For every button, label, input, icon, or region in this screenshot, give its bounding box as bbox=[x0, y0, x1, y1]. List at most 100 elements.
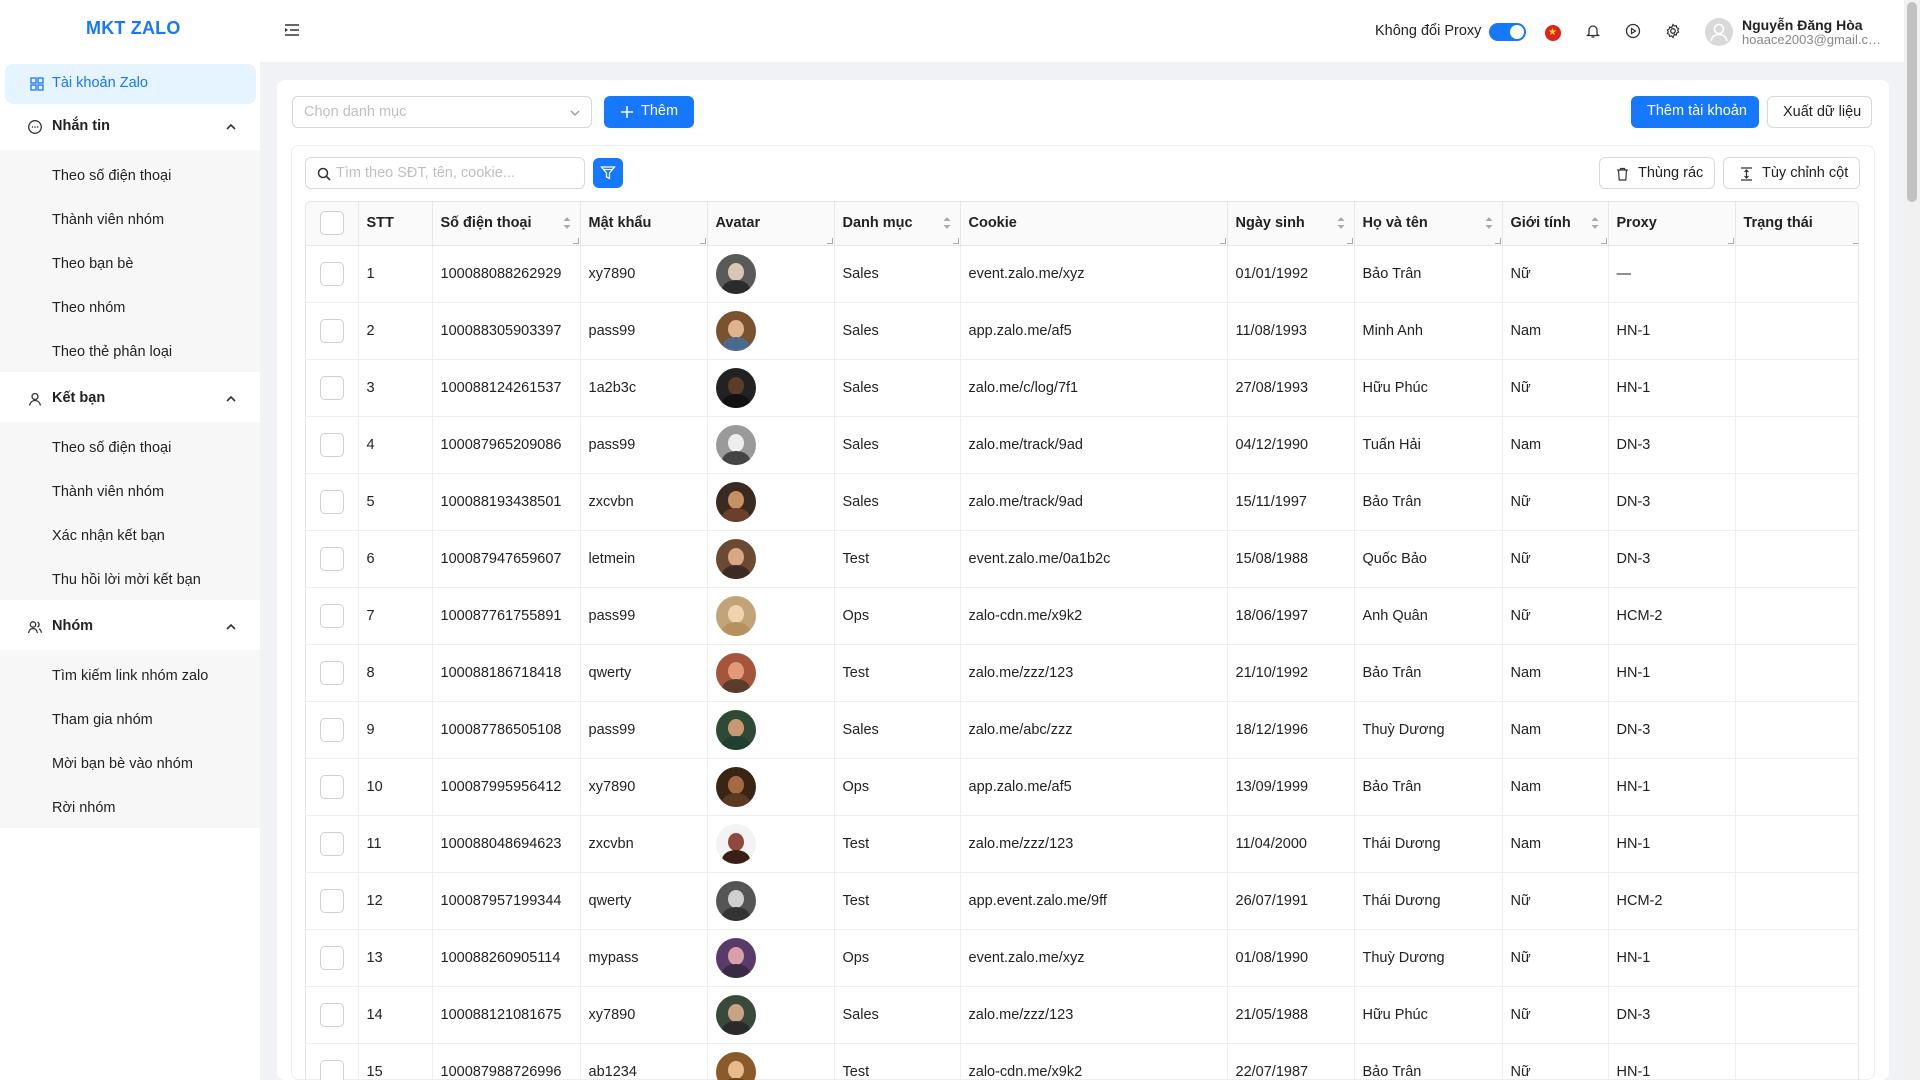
sort-icon[interactable] bbox=[1336, 215, 1346, 231]
row-checkbox[interactable] bbox=[319, 660, 344, 685]
sort-icon[interactable] bbox=[1590, 215, 1600, 231]
sidebar-item-search-group-link[interactable]: Tìm kiếm link nhóm zalo bbox=[52, 668, 208, 684]
page-scrollbar[interactable] bbox=[1904, 0, 1920, 1080]
avatar-image[interactable] bbox=[715, 253, 756, 294]
category-select[interactable]: Chọn danh mục bbox=[292, 96, 592, 128]
column-header-category[interactable]: Danh mục bbox=[834, 202, 961, 246]
row-checkbox[interactable] bbox=[319, 888, 344, 913]
resize-handle[interactable] bbox=[826, 237, 833, 244]
search-input[interactable]: Tìm theo SĐT, tên, cookie... bbox=[305, 157, 585, 189]
add-category-button[interactable]: Thêm bbox=[604, 96, 694, 128]
row-checkbox[interactable] bbox=[319, 945, 344, 970]
column-header-proxy[interactable]: Proxy bbox=[1608, 202, 1736, 246]
user-avatar-icon[interactable] bbox=[1705, 18, 1733, 46]
row-checkbox[interactable] bbox=[319, 1002, 344, 1027]
resize-handle[interactable] bbox=[1346, 237, 1353, 244]
column-header-status[interactable]: Trạng thái bbox=[1735, 202, 1858, 246]
avatar-image[interactable] bbox=[715, 538, 756, 579]
table-row[interactable]: 4 100087965209086 pass99 Sales zalo.me/track… bbox=[306, 416, 1858, 474]
app-logo[interactable]: MKT ZALO bbox=[86, 18, 181, 39]
customize-columns-button[interactable]: Tùy chỉnh cột bbox=[1723, 157, 1860, 189]
column-header-cookie[interactable]: Cookie bbox=[960, 202, 1228, 246]
sort-icon[interactable] bbox=[1484, 215, 1494, 231]
sidebar-group-groups[interactable]: Nhóm bbox=[0, 607, 260, 647]
sidebar-item-join-group[interactable]: Tham gia nhóm bbox=[52, 712, 153, 728]
sidebar-group-messaging[interactable]: Nhắn tin bbox=[0, 107, 260, 147]
table-row[interactable]: 15 100087988726996 ab1234 Test zalo-cdn.me/x… bbox=[306, 1043, 1858, 1080]
resize-handle[interactable] bbox=[1494, 237, 1501, 244]
row-checkbox[interactable] bbox=[319, 489, 344, 514]
table-row[interactable]: 9 100087786505108 pass99 Sales zalo.me/abc/z… bbox=[306, 701, 1858, 759]
sidebar-item-msg-by-tag[interactable]: Theo thẻ phân loại bbox=[52, 344, 172, 360]
proxy-toggle[interactable] bbox=[1489, 23, 1526, 41]
resize-handle[interactable] bbox=[1600, 237, 1607, 244]
avatar-image[interactable] bbox=[715, 424, 756, 465]
add-account-button[interactable]: Thêm tài khoản bbox=[1631, 96, 1759, 128]
resize-handle[interactable] bbox=[699, 237, 706, 244]
avatar-image[interactable] bbox=[715, 367, 756, 408]
user-name[interactable]: Nguyễn Đăng Hòa bbox=[1742, 17, 1863, 33]
column-header-gender[interactable]: Giới tính bbox=[1502, 202, 1609, 246]
sidebar-item-zalo-accounts[interactable]: Tài khoản Zalo bbox=[5, 64, 256, 104]
vietnam-flag-icon[interactable] bbox=[1545, 25, 1561, 41]
sidebar-item-leave-group[interactable]: Rời nhóm bbox=[52, 800, 116, 816]
row-checkbox[interactable] bbox=[319, 318, 344, 343]
table-row[interactable]: 8 100088186718418 qwerty Test zalo.me/zzz/12… bbox=[306, 644, 1858, 702]
sidebar-item-invite-to-group[interactable]: Mời bạn bè vào nhóm bbox=[52, 756, 193, 772]
sidebar-group-add-friend[interactable]: Kết bạn bbox=[0, 379, 260, 419]
table-row[interactable]: 13 100088260905114 mypass Ops event.zalo.me/… bbox=[306, 929, 1858, 987]
avatar-image[interactable] bbox=[715, 652, 756, 693]
resize-handle[interactable] bbox=[952, 237, 959, 244]
column-header-phone[interactable]: Số điện thoại bbox=[432, 202, 581, 246]
column-header-dob[interactable]: Ngày sinh bbox=[1227, 202, 1355, 246]
row-checkbox[interactable] bbox=[319, 261, 344, 286]
row-checkbox[interactable] bbox=[319, 831, 344, 856]
row-checkbox[interactable] bbox=[319, 1059, 344, 1080]
resize-handle[interactable] bbox=[572, 237, 579, 244]
column-header-name[interactable]: Họ và tên bbox=[1354, 202, 1503, 246]
avatar-image[interactable] bbox=[715, 709, 756, 750]
row-checkbox[interactable] bbox=[319, 717, 344, 742]
row-checkbox[interactable] bbox=[319, 546, 344, 571]
table-row[interactable]: 1 100088088262929 xy7890 Sales event.zalo.me… bbox=[306, 245, 1858, 303]
sidebar-item-accept-friend[interactable]: Xác nhận kết bạn bbox=[52, 528, 165, 544]
avatar-image[interactable] bbox=[715, 937, 756, 978]
sidebar-item-friend-group-members[interactable]: Thành viên nhóm bbox=[52, 484, 164, 500]
avatar-image[interactable] bbox=[715, 766, 756, 807]
row-checkbox[interactable] bbox=[319, 774, 344, 799]
sort-icon[interactable] bbox=[562, 215, 572, 231]
table-row[interactable]: 6 100087947659607 letmein Test event.zalo.me… bbox=[306, 530, 1858, 588]
export-data-button[interactable]: Xuất dữ liệu bbox=[1767, 96, 1872, 128]
play-circle-icon[interactable] bbox=[1625, 23, 1641, 39]
table-row[interactable]: 14 100088121081675 xy7890 Sales zalo.me/zzz/… bbox=[306, 986, 1858, 1044]
column-header-stt[interactable]: STT bbox=[358, 202, 433, 246]
bell-icon[interactable] bbox=[1585, 23, 1601, 39]
table-row[interactable]: 11 100088048694623 zxcvbn Test zalo.me/zzz/1… bbox=[306, 815, 1858, 873]
avatar-image[interactable] bbox=[715, 595, 756, 636]
table-row[interactable]: 10 100087995956412 xy7890 Ops app.zalo.me/af… bbox=[306, 758, 1858, 816]
sidebar-item-msg-by-group[interactable]: Theo nhóm bbox=[52, 300, 125, 316]
table-row[interactable]: 3 100088124261537 1a2b3c Sales zalo.me/c/log… bbox=[306, 359, 1858, 417]
sidebar-item-msg-group-members[interactable]: Thành viên nhóm bbox=[52, 212, 164, 228]
resize-handle[interactable] bbox=[1853, 238, 1858, 244]
sidebar-item-friend-by-phone[interactable]: Theo số điện thoại bbox=[52, 440, 171, 456]
avatar-image[interactable] bbox=[715, 994, 756, 1035]
avatar-image[interactable] bbox=[715, 310, 756, 351]
row-checkbox[interactable] bbox=[319, 432, 344, 457]
avatar-image[interactable] bbox=[715, 481, 756, 522]
avatar-image[interactable] bbox=[715, 880, 756, 921]
sidebar-item-msg-by-friends[interactable]: Theo bạn bè bbox=[52, 256, 133, 272]
column-header-password[interactable]: Mật khẩu bbox=[580, 202, 708, 246]
row-checkbox[interactable] bbox=[319, 375, 344, 400]
scrollbar-thumb[interactable] bbox=[1907, 2, 1917, 202]
sidebar-item-msg-by-phone[interactable]: Theo số điện thoại bbox=[52, 168, 171, 184]
sidebar-item-revoke-invite[interactable]: Thu hồi lời mời kết bạn bbox=[52, 572, 201, 588]
row-checkbox[interactable] bbox=[319, 603, 344, 628]
select-all-checkbox[interactable] bbox=[319, 211, 344, 236]
resize-handle[interactable] bbox=[1727, 237, 1734, 244]
menu-fold-icon[interactable] bbox=[284, 22, 300, 38]
avatar-image[interactable] bbox=[715, 1051, 756, 1080]
filter-button[interactable] bbox=[593, 158, 623, 188]
table-row[interactable]: 12 100087957199344 qwerty Test app.event.zal… bbox=[306, 872, 1858, 930]
table-row[interactable]: 7 100087761755891 pass99 Ops zalo-cdn.me/x9k… bbox=[306, 587, 1858, 645]
